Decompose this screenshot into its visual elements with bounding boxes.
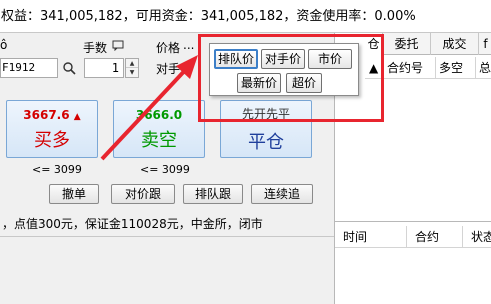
chase-button[interactable]: 连续追 [251, 184, 313, 204]
last-price-button[interactable]: 最新价 [237, 73, 281, 93]
sell-short-button[interactable]: 3666.0 卖空 [113, 100, 205, 158]
search-icon[interactable] [62, 61, 76, 75]
price-more-button[interactable]: ... [183, 38, 194, 52]
queue-price-button[interactable]: 排队价 [214, 49, 258, 69]
up-arrow-icon: ▲ [73, 112, 81, 122]
close-position-label: 平仓 [248, 132, 284, 153]
buy-price: 3667.6 ▲ [23, 108, 81, 122]
price-label: 价格 [156, 41, 181, 55]
qty-mode-icon[interactable] [112, 39, 124, 54]
market-price-button[interactable]: 市价 [308, 49, 352, 69]
account-status-bar: 权益：341,005,182，可用资金：341,005,182，资金使用率：0.… [0, 0, 491, 33]
lower-empty-area [0, 236, 334, 304]
col-total[interactable]: 总 [476, 57, 491, 79]
counter-price-button[interactable]: 对手价 [261, 49, 305, 69]
col-direction[interactable]: 多空 [436, 57, 476, 79]
buy-long-button[interactable]: 3667.6 ▲ 买多 [6, 100, 98, 158]
contract-info-line: ，点值300元，保证金110028元，中金所，闭市 [2, 217, 263, 231]
contract-label-partial: ô [0, 38, 8, 52]
account-summary-text: 权益：341,005,182，可用资金：341,005,182，资金使用率：0.… [1, 9, 416, 24]
qty-label: 手数 [83, 41, 108, 55]
spin-down-icon[interactable]: ▼ [126, 68, 138, 77]
sell-short-label: 卖空 [141, 130, 177, 151]
price-mode-value[interactable]: 对手价 [156, 60, 192, 77]
sell-price: 3666.0 [135, 108, 183, 122]
panel-divider [335, 221, 491, 222]
quantity-input[interactable]: 1 [84, 58, 124, 78]
cancel-order-button[interactable]: 撤单 [49, 184, 99, 204]
follow-counter-button[interactable]: 对价跟 [111, 184, 175, 204]
spin-up-icon[interactable]: ▲ [126, 59, 138, 68]
price-type-popup: 排队价 对手价 市价 最新价 超价 [209, 43, 359, 96]
tab-more[interactable]: f [479, 33, 491, 55]
buy-long-label: 买多 [34, 130, 70, 151]
col-status[interactable]: 状态 [463, 226, 491, 248]
sell-limit-text: <= 3099 [140, 163, 190, 176]
quantity-stepper[interactable]: ▲ ▼ [125, 58, 139, 78]
col-time[interactable]: 时间 [335, 226, 407, 248]
contract-code-field[interactable]: F1912 [0, 58, 58, 78]
follow-queue-button[interactable]: 排队跟 [183, 184, 243, 204]
col-contract[interactable]: 合约 [407, 226, 463, 248]
tab-orders[interactable]: 委托 [383, 33, 431, 55]
buy-limit-text: <= 3099 [32, 163, 82, 176]
tab-trades[interactable]: 成交 [431, 33, 479, 55]
over-price-button[interactable]: 超价 [286, 73, 322, 93]
col-order-no[interactable]: 合约号 [384, 57, 436, 79]
